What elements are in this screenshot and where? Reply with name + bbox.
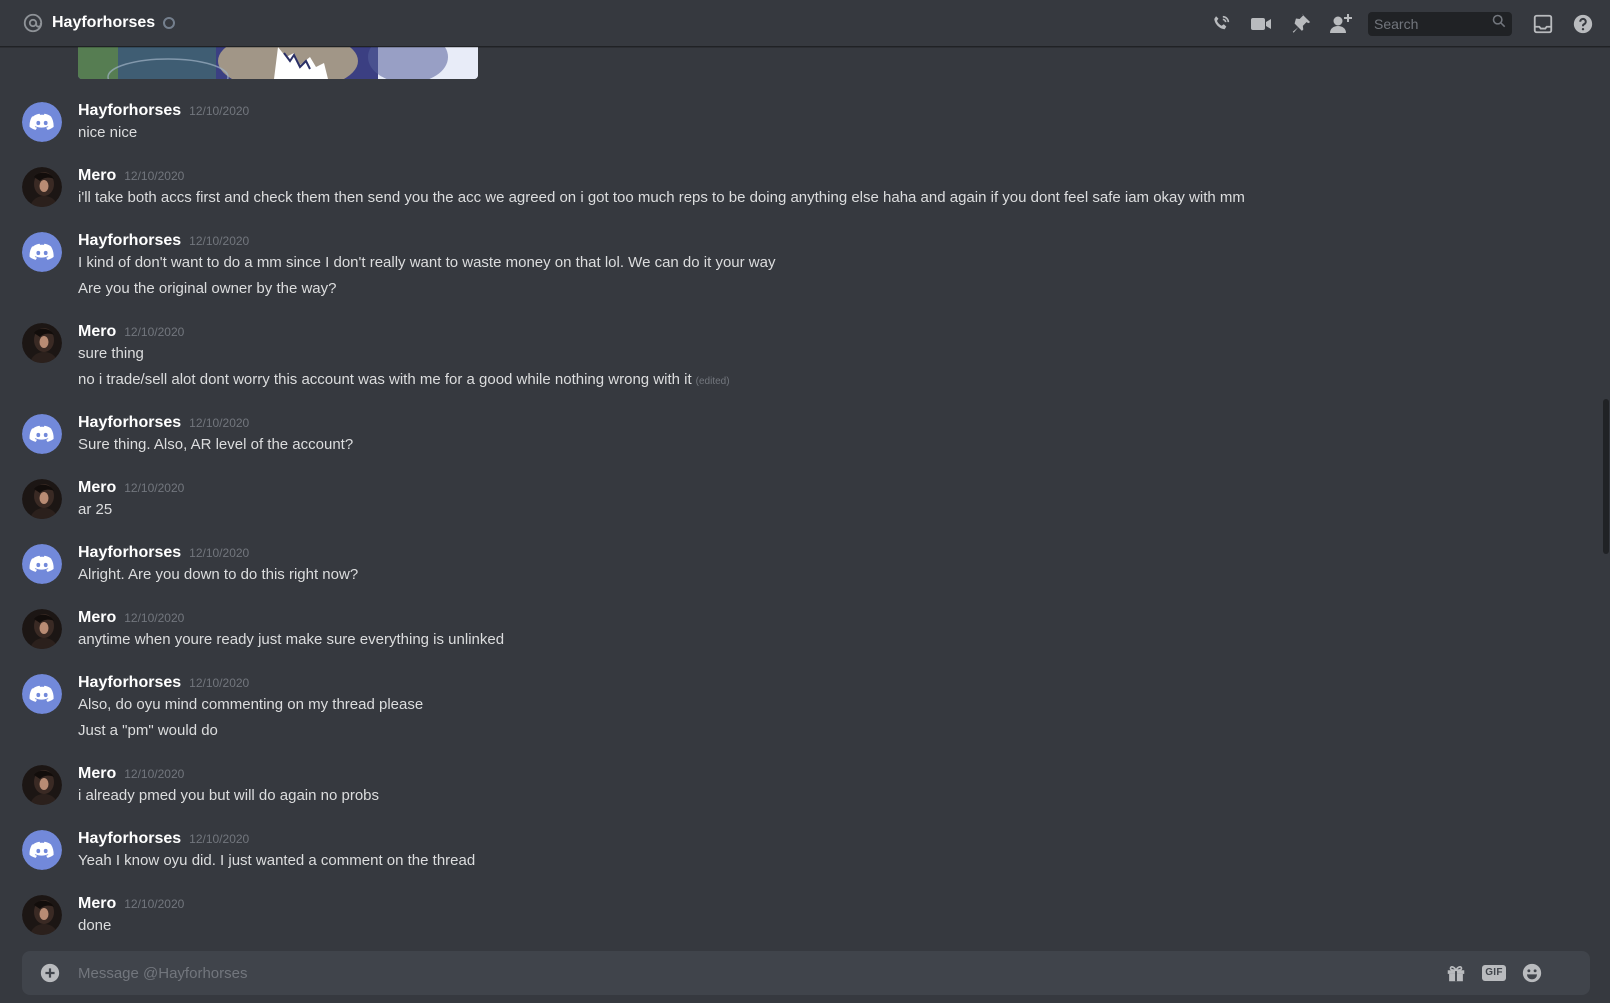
discord-default-avatar[interactable] [22, 102, 62, 142]
author-name[interactable]: Hayforhorses [78, 830, 181, 848]
search-input[interactable] [1374, 15, 1492, 32]
channel-title: Hayforhorses [52, 14, 156, 31]
message-text: done [78, 917, 112, 934]
video-icon[interactable] [1248, 11, 1274, 37]
call-icon[interactable] [1208, 11, 1234, 37]
message-text: nice nice [78, 124, 138, 141]
message-text: ar 25 [78, 501, 113, 518]
message-text: i'll take both accs first and check them… [78, 189, 1245, 206]
author-name[interactable]: Mero [78, 765, 116, 783]
pin-icon[interactable] [1288, 11, 1314, 37]
message-timestamp: 12/10/2020 [189, 416, 250, 430]
message-text: Alright. Are you down to do this right n… [78, 566, 359, 583]
message-text: Are you the original owner by the way? [78, 280, 337, 297]
gif-icon[interactable]: GIF [1480, 961, 1508, 985]
message-timestamp: 12/10/2020 [189, 832, 250, 846]
gift-icon[interactable] [1444, 961, 1468, 985]
scrollbar-thumb[interactable] [1603, 399, 1609, 554]
author-name[interactable]: Mero [78, 323, 116, 341]
user-photo-avatar[interactable] [22, 167, 62, 207]
at-icon [22, 12, 44, 34]
message-timestamp: 12/10/2020 [124, 325, 185, 339]
message-timestamp: 12/10/2020 [189, 546, 250, 560]
message-list[interactable]: Hayforhorses 12/10/2020 nice nice Mero 1… [0, 47, 1600, 951]
author-name[interactable]: Mero [78, 167, 116, 185]
channel-header: Hayforhorses [0, 0, 1610, 47]
add-attachment-icon[interactable] [38, 961, 62, 985]
help-icon[interactable] [1570, 11, 1596, 37]
author-name[interactable]: Hayforhorses [78, 544, 181, 562]
gif-label: GIF [1482, 965, 1506, 981]
scrollbar[interactable] [1602, 47, 1610, 951]
message-timestamp: 12/10/2020 [189, 234, 250, 248]
inbox-icon[interactable] [1530, 11, 1556, 37]
message-text: Just a "pm" would do [78, 722, 218, 739]
emoji-icon[interactable] [1520, 961, 1544, 985]
author-name[interactable]: Hayforhorses [78, 232, 181, 250]
add-friend-icon[interactable] [1328, 11, 1354, 37]
attachment-image[interactable] [78, 47, 478, 79]
offline-status-icon [163, 17, 176, 29]
message-text: no i trade/sell alot dont worry this acc… [78, 371, 692, 388]
discord-default-avatar[interactable] [22, 232, 62, 272]
user-photo-avatar[interactable] [22, 609, 62, 649]
edited-label: (edited) [695, 376, 730, 387]
message-composer: GIF [22, 951, 1590, 995]
message-text: I kind of don't want to do a mm since I … [78, 254, 776, 271]
message-text: i already pmed you but will do again no … [78, 787, 380, 804]
message-timestamp: 12/10/2020 [124, 169, 185, 183]
discord-default-avatar[interactable] [22, 544, 62, 584]
message-text: sure thing [78, 345, 144, 362]
author-name[interactable]: Hayforhorses [78, 414, 181, 432]
discord-default-avatar[interactable] [22, 414, 62, 454]
user-photo-avatar[interactable] [22, 479, 62, 519]
author-name[interactable]: Hayforhorses [78, 674, 181, 692]
author-name[interactable]: Mero [78, 609, 116, 627]
message-text: Sure thing. Also, AR level of the accoun… [78, 436, 354, 453]
message-text: Also, do oyu mind commenting on my threa… [78, 696, 424, 713]
user-photo-avatar[interactable] [22, 765, 62, 805]
search-icon [1492, 14, 1506, 33]
user-photo-avatar[interactable] [22, 895, 62, 935]
discord-default-avatar[interactable] [22, 674, 62, 714]
user-photo-avatar[interactable] [22, 323, 62, 363]
message-timestamp: 12/10/2020 [189, 676, 250, 690]
message-timestamp: 12/10/2020 [124, 611, 185, 625]
message-text: Yeah I know oyu did. I just wanted a com… [78, 852, 476, 869]
message-text: anytime when youre ready just make sure … [78, 631, 505, 648]
message-timestamp: 12/10/2020 [124, 481, 185, 495]
message-timestamp: 12/10/2020 [124, 767, 185, 781]
author-name[interactable]: Hayforhorses [78, 102, 181, 120]
message-input[interactable] [78, 951, 1458, 995]
author-name[interactable]: Mero [78, 895, 116, 913]
message-text-edited: no i trade/sell alot dont worry this acc… [78, 371, 730, 388]
author-name[interactable]: Mero [78, 479, 116, 497]
message-timestamp: 12/10/2020 [189, 104, 250, 118]
message-timestamp: 12/10/2020 [124, 897, 185, 911]
discord-default-avatar[interactable] [22, 830, 62, 870]
header-toolbar [1194, 0, 1596, 47]
search-bar[interactable] [1368, 11, 1512, 36]
